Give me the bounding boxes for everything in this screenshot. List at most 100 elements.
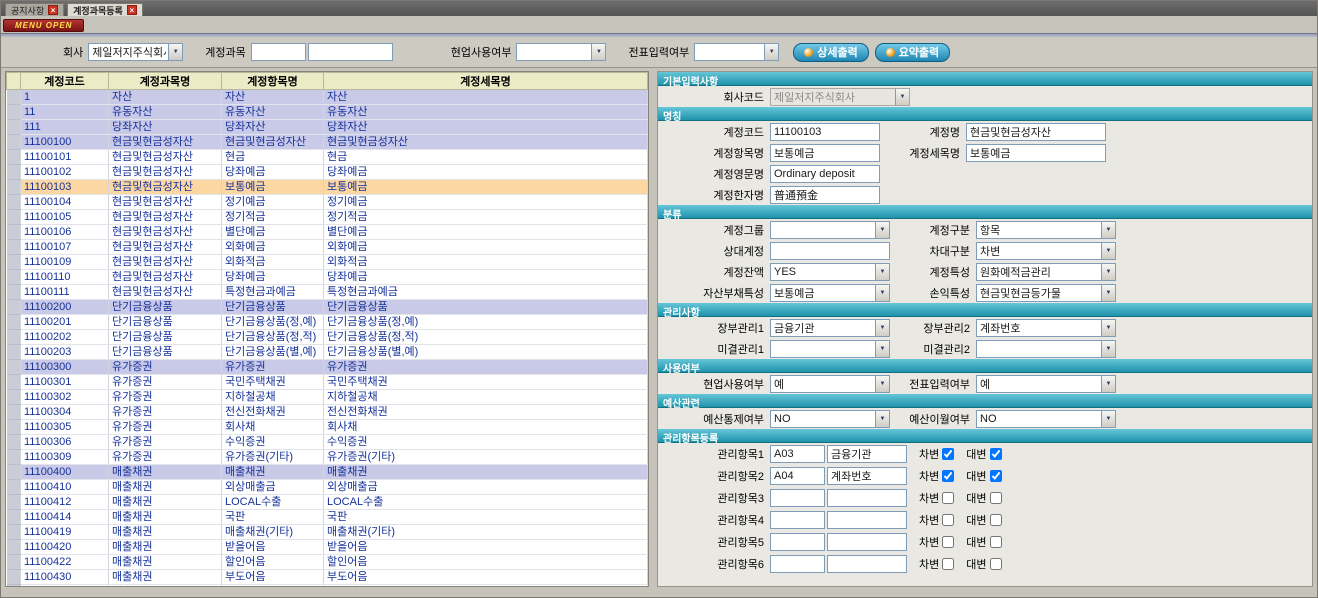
- mgmt-item-name-input[interactable]: [827, 511, 907, 529]
- budget-carryover-select[interactable]: NO ▼: [976, 410, 1116, 428]
- table-row[interactable]: 11100300유가증권유가증권유가증권: [7, 360, 648, 375]
- table-row[interactable]: 11100101현금및현금성자산현금현금: [7, 150, 648, 165]
- table-row[interactable]: 11유동자산유동자산유동자산: [7, 105, 648, 120]
- account-code-input[interactable]: [770, 123, 880, 141]
- table-row[interactable]: 11100203단기금융상품단기금융상품(별,예)단기금융상품(별,예): [7, 345, 648, 360]
- close-icon[interactable]: ×: [48, 5, 58, 15]
- row-selector[interactable]: [7, 465, 21, 480]
- table-row[interactable]: 11100100현금및현금성자산현금및현금성자산현금및현금성자산: [7, 135, 648, 150]
- row-selector[interactable]: [7, 585, 21, 588]
- row-selector[interactable]: [7, 255, 21, 270]
- tab-account-registration[interactable]: 계정과목등록 ×: [67, 3, 143, 16]
- pending-mgmt1-select[interactable]: ▼: [770, 340, 890, 358]
- book-mgmt1-select[interactable]: 금융기관 ▼: [770, 319, 890, 337]
- row-selector[interactable]: [7, 225, 21, 240]
- table-row[interactable]: 11100414매출채권국판국판: [7, 510, 648, 525]
- debit-checkbox[interactable]: [942, 514, 954, 526]
- account-group-select[interactable]: ▼: [770, 221, 890, 239]
- row-selector[interactable]: [7, 270, 21, 285]
- table-row[interactable]: 11100110현금및현금성자산당좌예금당좌예금: [7, 270, 648, 285]
- debit-credit-select[interactable]: 차변 ▼: [976, 242, 1116, 260]
- row-selector[interactable]: [7, 525, 21, 540]
- table-row[interactable]: 11100102현금및현금성자산당좌예금당좌예금: [7, 165, 648, 180]
- row-selector[interactable]: [7, 330, 21, 345]
- field-use-filter-select[interactable]: ▼: [516, 43, 606, 61]
- table-row[interactable]: 11100412매출채권LOCAL수출LOCAL수출: [7, 495, 648, 510]
- mgmt-item-code-input[interactable]: [770, 489, 825, 507]
- table-row[interactable]: 11100309유가증권유가증권(기타)유가증권(기타): [7, 450, 648, 465]
- account-name-input[interactable]: [966, 123, 1106, 141]
- table-row[interactable]: 11100400매출채권매출채권매출채권: [7, 465, 648, 480]
- credit-checkbox[interactable]: [990, 492, 1002, 504]
- row-selector[interactable]: [7, 450, 21, 465]
- table-row[interactable]: 11100422매출채권할인어음할인어음: [7, 555, 648, 570]
- tab-notice[interactable]: 공지사항 ×: [5, 3, 64, 16]
- table-row[interactable]: 1자산자산자산: [7, 90, 648, 105]
- debit-checkbox[interactable]: [942, 558, 954, 570]
- asset-liability-select[interactable]: 보통예금 ▼: [770, 284, 890, 302]
- counter-account-input[interactable]: [770, 242, 890, 260]
- book-mgmt2-select[interactable]: 계좌번호 ▼: [976, 319, 1116, 337]
- table-row[interactable]: 11100430매출채권부도어음부도어음: [7, 570, 648, 585]
- account-division-select[interactable]: 항목 ▼: [976, 221, 1116, 239]
- row-selector[interactable]: [7, 120, 21, 135]
- row-selector[interactable]: [7, 360, 21, 375]
- table-row[interactable]: 11100200단기금융상품단기금융상품단기금융상품: [7, 300, 648, 315]
- table-row[interactable]: 11100202단기금융상품단기금융상품(정,적)단기금융상품(정,적): [7, 330, 648, 345]
- table-row[interactable]: 11100103현금및현금성자산보통예금보통예금: [7, 180, 648, 195]
- debit-checkbox[interactable]: [942, 470, 954, 482]
- row-selector[interactable]: [7, 540, 21, 555]
- account-name-search-input[interactable]: [308, 43, 393, 61]
- row-selector[interactable]: [7, 135, 21, 150]
- account-balance-select[interactable]: YES ▼: [770, 263, 890, 281]
- row-selector[interactable]: [7, 420, 21, 435]
- mgmt-item-code-input[interactable]: [770, 533, 825, 551]
- table-row[interactable]: 11100440매출채권수출대전수출대전: [7, 585, 648, 588]
- credit-checkbox[interactable]: [990, 514, 1002, 526]
- profit-loss-select[interactable]: 현금및현금등가물 ▼: [976, 284, 1116, 302]
- debit-checkbox[interactable]: [942, 492, 954, 504]
- budget-control-select[interactable]: NO ▼: [770, 410, 890, 428]
- row-selector[interactable]: [7, 570, 21, 585]
- table-row[interactable]: 11100109현금및현금성자산외화적금외화적금: [7, 255, 648, 270]
- row-selector[interactable]: [7, 480, 21, 495]
- slip-entry-select[interactable]: 예 ▼: [976, 375, 1116, 393]
- account-hanja-name-input[interactable]: [770, 186, 880, 204]
- row-selector[interactable]: [7, 510, 21, 525]
- slip-entry-filter-select[interactable]: ▼: [694, 43, 779, 61]
- account-item-name-input[interactable]: [770, 144, 880, 162]
- detail-print-button[interactable]: 상세출력: [793, 43, 868, 62]
- table-row[interactable]: 11100104현금및현금성자산정기예금정기예금: [7, 195, 648, 210]
- mgmt-item-code-input[interactable]: [770, 511, 825, 529]
- pending-mgmt2-select[interactable]: ▼: [976, 340, 1116, 358]
- table-row[interactable]: 11100304유가증권전신전화채권전신전화채권: [7, 405, 648, 420]
- row-selector[interactable]: [7, 285, 21, 300]
- row-selector[interactable]: [7, 210, 21, 225]
- row-selector[interactable]: [7, 405, 21, 420]
- table-row[interactable]: 11100302유가증권지하철공채지하철공채: [7, 390, 648, 405]
- table-row[interactable]: 11100111현금및현금성자산특정현금과예금특정현금과예금: [7, 285, 648, 300]
- summary-print-button[interactable]: 요약출력: [875, 43, 950, 62]
- table-row[interactable]: 11100420매출채권받을어음받을어음: [7, 540, 648, 555]
- row-selector[interactable]: [7, 435, 21, 450]
- table-row[interactable]: 11100419매출채권매출채권(기타)매출채권(기타): [7, 525, 648, 540]
- row-selector[interactable]: [7, 315, 21, 330]
- field-use-select[interactable]: 예 ▼: [770, 375, 890, 393]
- table-row[interactable]: 11100106현금및현금성자산별단예금별단예금: [7, 225, 648, 240]
- row-selector[interactable]: [7, 345, 21, 360]
- row-selector[interactable]: [7, 390, 21, 405]
- company-select[interactable]: 제일저지주식회사 ▼: [88, 43, 183, 61]
- table-row[interactable]: 11100107현금및현금성자산외화예금외화예금: [7, 240, 648, 255]
- row-selector[interactable]: [7, 555, 21, 570]
- mgmt-item-name-input[interactable]: [827, 445, 907, 463]
- credit-checkbox[interactable]: [990, 536, 1002, 548]
- table-row[interactable]: 11100301유가증권국민주택채권국민주택채권: [7, 375, 648, 390]
- menu-open-button[interactable]: MENU OPEN: [3, 19, 84, 32]
- account-english-name-input[interactable]: [770, 165, 880, 183]
- row-selector[interactable]: [7, 150, 21, 165]
- table-row[interactable]: 111당좌자산당좌자산당좌자산: [7, 120, 648, 135]
- mgmt-item-code-input[interactable]: [770, 467, 825, 485]
- debit-checkbox[interactable]: [942, 448, 954, 460]
- table-row[interactable]: 11100410매출채권외상매출금외상매출금: [7, 480, 648, 495]
- mgmt-item-code-input[interactable]: [770, 555, 825, 573]
